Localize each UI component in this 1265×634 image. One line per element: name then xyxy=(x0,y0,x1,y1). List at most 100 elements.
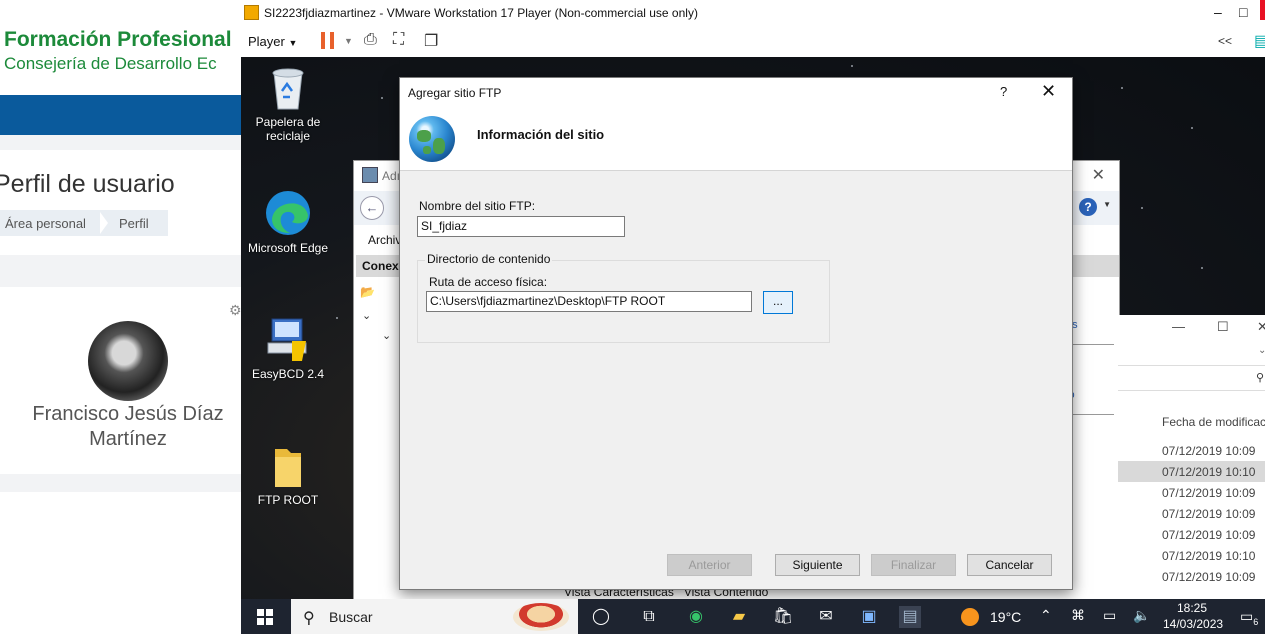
column-header-date[interactable]: Fecha de modificac xyxy=(1162,415,1265,429)
vmware-titlebar: SI2223fjdiazmartinez - VMware Workstatio… xyxy=(241,0,1265,27)
physical-path-label: Ruta de acceso física: xyxy=(429,275,548,289)
actions-panel-header xyxy=(1066,255,1119,277)
search-box[interactable]: ⚲ xyxy=(1118,365,1265,391)
site-name-label: Nombre del sitio FTP: xyxy=(419,199,536,213)
desktop-icon-recycle-bin[interactable]: Papelera de reciclaje xyxy=(241,65,335,143)
minimize-button[interactable]: — xyxy=(1172,319,1185,334)
file-explorer-icon[interactable]: ▰ xyxy=(728,606,750,628)
edge-icon xyxy=(266,191,310,235)
help-button[interactable]: ? xyxy=(1000,84,1007,99)
dialog-header: Agregar sitio FTP ? ✕ Información del si… xyxy=(400,78,1072,171)
cortana-icon[interactable]: ◯ xyxy=(590,606,612,628)
weather-icon[interactable] xyxy=(961,608,979,626)
user-name: Francisco Jesús Díaz Martínez xyxy=(32,403,224,450)
date-cell: 07/12/2019 10:09 xyxy=(1162,486,1256,500)
add-ftp-site-dialog: Agregar sitio FTP ? ✕ Información del si… xyxy=(399,77,1073,590)
chevron-down-icon[interactable]: ▼ xyxy=(344,36,353,46)
desktop-icon-ftp-root[interactable]: FTP ROOT xyxy=(241,445,335,507)
close-button[interactable]: ✕ xyxy=(1257,319,1265,335)
close-button[interactable] xyxy=(1260,0,1265,20)
list-item[interactable]: 07/12/2019 10:10 xyxy=(1118,545,1265,566)
minimize-button[interactable]: – xyxy=(1214,4,1222,20)
network-icon[interactable]: ▭ xyxy=(1103,607,1116,624)
iis-taskbar-icon[interactable]: ▣ xyxy=(858,606,880,628)
next-button[interactable]: Siguiente xyxy=(775,554,860,576)
list-item[interactable]: 07/12/2019 10:09 xyxy=(1118,524,1265,545)
list-item[interactable]: 07/12/2019 10:09 xyxy=(1118,566,1265,587)
store-icon[interactable]: 🛍 xyxy=(772,606,794,628)
search-icon: ⚲ xyxy=(303,610,315,627)
tree-expand-icon[interactable]: ⌄ xyxy=(362,309,371,322)
breadcrumb-item-perfil[interactable]: Perfil xyxy=(119,216,149,231)
back-icon[interactable]: ← xyxy=(360,196,384,220)
globe-icon xyxy=(409,116,455,162)
tree-icon[interactable]: 📂 xyxy=(360,285,375,299)
player-menu[interactable]: Player ▼ xyxy=(248,34,297,49)
desktop-icon-easybcd[interactable]: EasyBCD 2.4 xyxy=(241,317,335,381)
library-icon[interactable]: ▤ xyxy=(1254,31,1265,51)
tree-expand-icon[interactable]: ⌄ xyxy=(382,329,391,342)
maximize-button[interactable]: □ xyxy=(1239,4,1247,20)
close-icon[interactable]: ✕ xyxy=(1092,165,1105,185)
window-title: Adı xyxy=(382,169,401,183)
desktop-icon-label: Papelera de reciclaje xyxy=(255,115,321,143)
divider xyxy=(0,135,241,150)
help-icon[interactable]: ? xyxy=(1079,198,1097,216)
unity-icon[interactable]: ❐ xyxy=(424,31,438,51)
list-item-selected[interactable]: 07/12/2019 10:10 xyxy=(1118,461,1265,482)
site-name-input[interactable] xyxy=(417,216,625,237)
page-title: Perfil de usuario xyxy=(0,170,175,198)
previous-button[interactable]: Anterior xyxy=(667,554,752,576)
finish-button[interactable]: Finalizar xyxy=(871,554,956,576)
cancel-button[interactable]: Cancelar xyxy=(967,554,1052,576)
iis-icon xyxy=(362,167,378,183)
chevron-down-icon[interactable]: ⌄ xyxy=(1258,345,1265,356)
maximize-button[interactable]: ☐ xyxy=(1217,319,1229,335)
easybcd-icon xyxy=(267,318,307,361)
meet-now-icon[interactable]: ⌘ xyxy=(1071,607,1085,624)
file-explorer-window: — ☐ ✕ ⌄ ⚲ Fecha de modificac 07/12/2019 … xyxy=(1118,315,1265,634)
desktop-icon-label: EasyBCD 2.4 xyxy=(251,367,325,381)
menu-archivo[interactable]: Archiv xyxy=(368,233,401,247)
date-cell: 07/12/2019 10:09 xyxy=(1162,528,1256,542)
date-cell: 07/12/2019 10:10 xyxy=(1162,465,1256,479)
date-cell: 07/12/2019 10:09 xyxy=(1162,570,1256,584)
breadcrumb-item-area-personal[interactable]: Área personal xyxy=(5,216,86,231)
fullscreen-icon[interactable]: ⛶ xyxy=(393,31,404,49)
ftp-manager-taskbar-icon[interactable]: ▤ xyxy=(899,606,921,628)
date-cell: 07/12/2019 10:09 xyxy=(1162,507,1256,521)
list-item[interactable]: 07/12/2019 10:09 xyxy=(1118,482,1265,503)
temperature[interactable]: 19°C xyxy=(990,609,1021,625)
list-item[interactable]: 07/12/2019 10:09 xyxy=(1118,503,1265,524)
chevron-down-icon[interactable]: ▼ xyxy=(1103,200,1111,209)
search-icon: ⚲ xyxy=(1256,372,1265,384)
physical-path-input[interactable] xyxy=(426,291,752,312)
send-ctrl-alt-del-icon[interactable]: ⎙ xyxy=(364,31,377,49)
close-button[interactable]: ✕ xyxy=(1041,81,1056,102)
desktop-icon-edge[interactable]: Microsoft Edge xyxy=(241,189,335,255)
content-directory-label: Directorio de contenido xyxy=(425,252,553,266)
volume-icon[interactable]: 🔈 xyxy=(1133,607,1150,624)
date-cell: 07/12/2019 10:09 xyxy=(1162,444,1256,458)
section-heading: Información del sitio xyxy=(477,127,605,142)
list-item[interactable]: 07/12/2019 10:09 xyxy=(1118,440,1265,461)
divider xyxy=(0,255,241,287)
task-view-icon[interactable]: ⧉ xyxy=(638,606,660,628)
clock-time: 18:25 xyxy=(1176,601,1208,615)
chevron-up-icon[interactable]: ⌃ xyxy=(1040,607,1052,624)
edge-icon[interactable]: ◉ xyxy=(685,606,707,628)
taskbar: ⚲ Buscar ◯ ⧉ ◉ ▰ 🛍 ✉ ▣ ▤ 19°C ⌃ ⌘ ▭ 🔈 18… xyxy=(241,599,1265,634)
collapse-icon[interactable]: << xyxy=(1218,34,1232,48)
system-clock[interactable]: 18:25 14/03/2023 xyxy=(1163,600,1223,632)
notification-icon[interactable]: ▭6 xyxy=(1240,608,1258,627)
vmware-toolbar: Player ▼ ▼ ⎙ ⛶ ❐ << ▤ xyxy=(241,27,1265,58)
mail-icon[interactable]: ✉ xyxy=(815,606,837,628)
recycle-bin-icon xyxy=(272,68,304,110)
windows-start-icon[interactable] xyxy=(257,609,273,625)
breadcrumb-separator-icon xyxy=(100,212,108,234)
taskbar-search[interactable]: ⚲ Buscar xyxy=(291,599,578,634)
pause-icon[interactable] xyxy=(321,32,335,49)
gear-icon[interactable]: ⚙ xyxy=(229,302,241,319)
player-menu-label: Player xyxy=(248,34,285,49)
browse-button[interactable]: ... xyxy=(763,291,793,314)
